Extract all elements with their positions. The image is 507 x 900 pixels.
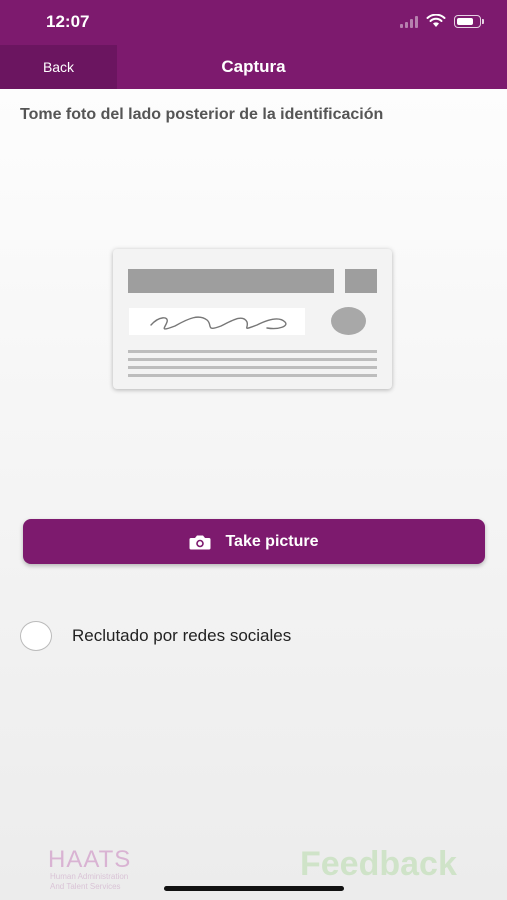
- instruction-text: Tome foto del lado posterior de la ident…: [20, 106, 384, 123]
- battery-icon: [454, 15, 484, 28]
- card-chip: [345, 269, 377, 293]
- feedback-logo-wordmark: Feedback: [300, 845, 457, 883]
- status-bar: 12:07: [0, 0, 507, 45]
- status-time: 12:07: [46, 12, 90, 31]
- card-hologram: [331, 307, 366, 335]
- take-picture-label: Take picture: [225, 532, 319, 550]
- haats-tagline-line-2: And Talent Services: [50, 882, 121, 891]
- card-magnetic-strip: [128, 269, 334, 293]
- social-recruit-option[interactable]: Reclutado por redes sociales: [20, 621, 291, 651]
- navigation-bar: Back Captura: [0, 45, 507, 89]
- feedback-logo: Feedback: [300, 845, 457, 884]
- id-card-back-icon: [113, 249, 392, 389]
- status-icons: [400, 14, 484, 28]
- radio-button[interactable]: [20, 621, 52, 651]
- haats-tagline-line-1: Human Administration: [50, 872, 129, 881]
- card-text-line: [128, 350, 377, 353]
- card-text-line: [128, 358, 377, 361]
- haats-logo: HAATS Human Administration And Talent Se…: [48, 848, 173, 892]
- home-indicator: [164, 886, 344, 891]
- signature-scribble-icon: [150, 316, 287, 330]
- signature-field: [129, 308, 305, 335]
- card-text-line: [128, 366, 377, 369]
- page-title: Captura: [221, 57, 286, 76]
- signal-icon: [400, 16, 418, 28]
- social-recruit-label: Reclutado por redes sociales: [72, 626, 292, 645]
- take-picture-button[interactable]: Take picture: [23, 519, 485, 564]
- wifi-icon: [426, 14, 446, 27]
- battery-level: [457, 18, 473, 25]
- haats-logo-wordmark: HAATS: [48, 846, 132, 873]
- card-text-line: [128, 374, 377, 377]
- camera-icon: [189, 535, 211, 549]
